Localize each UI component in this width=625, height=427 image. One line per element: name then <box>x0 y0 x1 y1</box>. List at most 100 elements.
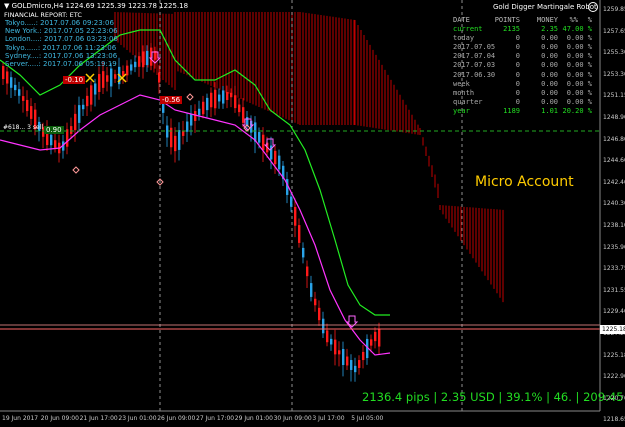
price-tick: 1240.30 <box>603 200 625 208</box>
trade-label: -0.10 <box>63 76 86 84</box>
stats-row: quarter 0 0.00 0.00 % <box>452 98 592 107</box>
diamond-marker <box>72 166 80 174</box>
stats-points: 0 <box>515 88 520 97</box>
candle-body <box>174 135 177 152</box>
candle-body <box>326 330 329 343</box>
stats-pct: 0.00 % <box>566 52 592 61</box>
time-tick: 20 Jun 09:00 <box>40 415 79 422</box>
time-tick: 21 Jun 17:00 <box>79 415 118 422</box>
candle-body <box>214 89 217 109</box>
candle-body <box>278 155 281 170</box>
stats-date: week <box>453 79 470 88</box>
candle-body <box>350 360 353 370</box>
candle-body <box>78 105 81 123</box>
price-tick: 1218.65 <box>603 416 625 424</box>
candle-body <box>346 356 349 366</box>
candle-body <box>218 94 221 102</box>
stats-row: week 0 0.00 0.00 % <box>452 80 592 89</box>
candle-body <box>254 122 257 142</box>
time-tick: 26 Jun 09:00 <box>157 415 196 422</box>
candle-body <box>330 338 333 345</box>
candle-body <box>66 129 69 147</box>
col-points: POINTS <box>494 16 520 24</box>
candle-body <box>310 283 313 297</box>
smiley-icon[interactable] <box>588 2 598 12</box>
stats-pct: 0.00 % <box>566 61 592 70</box>
stats-table: DATE POINTS MONEY %% % current 2135 2.35 47… <box>452 16 592 116</box>
price-axis[interactable]: 1259.85 1257.65 1255.30 1253.30 1251.15 1248.… <box>600 0 625 423</box>
stats-pct: 0.00 % <box>566 97 592 106</box>
stats-points: 0 <box>515 52 520 61</box>
stats-row: 2017.07.04 0 0.00 0.00 % <box>452 52 592 61</box>
stats-row: 2017.07.05 0 0.00 0.00 % <box>452 43 592 52</box>
candle-body <box>238 104 241 113</box>
close-marker <box>85 73 95 83</box>
session-time: New York.: 2017.07.05 22:23:06 <box>5 27 118 36</box>
candle-body <box>234 95 237 109</box>
candle-body <box>98 74 101 92</box>
session-time: Sydney....: 2017.07.06 13:23:06 <box>5 51 118 60</box>
candle-body <box>318 307 321 321</box>
robot-title: Gold Digger Martingale Robot <box>493 3 597 11</box>
candle-body <box>298 225 301 243</box>
candle-body <box>138 56 141 67</box>
stats-date: 2017.07.05 <box>453 43 496 52</box>
candle-body <box>26 99 29 112</box>
candle-body <box>198 108 201 116</box>
stats-money: 0.00 <box>541 79 558 88</box>
stats-points: 0 <box>515 43 520 52</box>
stats-pct: 20.20 % <box>562 106 592 115</box>
stats-points: 0 <box>515 97 520 106</box>
candle-body <box>18 89 21 96</box>
price-tick: 1235.90 <box>603 243 625 251</box>
candle-body <box>158 72 161 83</box>
candle-body <box>70 126 73 134</box>
candle-body <box>182 130 185 136</box>
candle-body <box>334 339 337 355</box>
session-times: Tokyo.....: 2017.07.06 09:23:06 New York… <box>5 19 118 68</box>
candle-body <box>94 83 97 95</box>
stats-points: 0 <box>515 70 520 79</box>
candle-body <box>82 104 85 110</box>
time-tick: 19 Jun 2017 <box>2 415 39 422</box>
time-axis[interactable]: 19 Jun 2017 20 Jun 09:00 21 Jun 17:00 23 Ju… <box>0 413 600 427</box>
stats-date: 2017.07.04 <box>453 52 496 61</box>
candle-body <box>354 365 357 373</box>
stats-money: 0.00 <box>541 88 558 97</box>
price-tick: 1238.10 <box>603 222 625 229</box>
candle-body <box>50 134 53 146</box>
trade-label: -0.56 <box>160 96 183 104</box>
candle-body <box>134 61 137 68</box>
stats-pct: 0.00 % <box>566 43 592 52</box>
price-tick: 1255.30 <box>603 49 625 57</box>
col-date: DATE <box>453 16 470 24</box>
candle-body <box>290 196 293 207</box>
stats-row: 2017.07.03 0 0.00 0.00 % <box>452 61 592 70</box>
candle-body <box>362 351 365 361</box>
stats-row: month 0 0.00 0.00 % <box>452 89 592 98</box>
candle-body <box>370 339 373 346</box>
symbol-header: ▼ GOLDmicro,H4 1224.69 1225.39 1223.78 1… <box>4 2 189 10</box>
stats-points: 2135 <box>503 25 520 34</box>
stats-date: month <box>453 88 475 97</box>
price-tick: 1257.65 <box>603 27 625 35</box>
time-tick: 5 Jul 05:00 <box>351 415 384 422</box>
candle-body <box>374 331 377 342</box>
price-tick: 1222.90 <box>603 373 625 381</box>
stats-header-row: DATE POINTS MONEY %% % <box>452 16 592 25</box>
candle-body <box>294 206 297 226</box>
price-tick: 1229.40 <box>603 308 625 316</box>
candle-body <box>378 329 381 347</box>
stats-date: today <box>453 34 475 43</box>
stats-date: 2017.06.30 <box>453 70 496 79</box>
candle-body <box>210 92 213 108</box>
stats-pct: 0.00 % <box>566 34 592 43</box>
candle-body <box>142 51 145 68</box>
stats-pct: 47.00 % <box>562 25 592 34</box>
candle-body <box>190 114 193 126</box>
trade-label: 0.90 <box>44 126 64 134</box>
candle-body <box>10 77 13 88</box>
candle-body <box>22 96 25 101</box>
diamond-marker <box>186 93 194 101</box>
stats-points: 0 <box>515 79 520 88</box>
